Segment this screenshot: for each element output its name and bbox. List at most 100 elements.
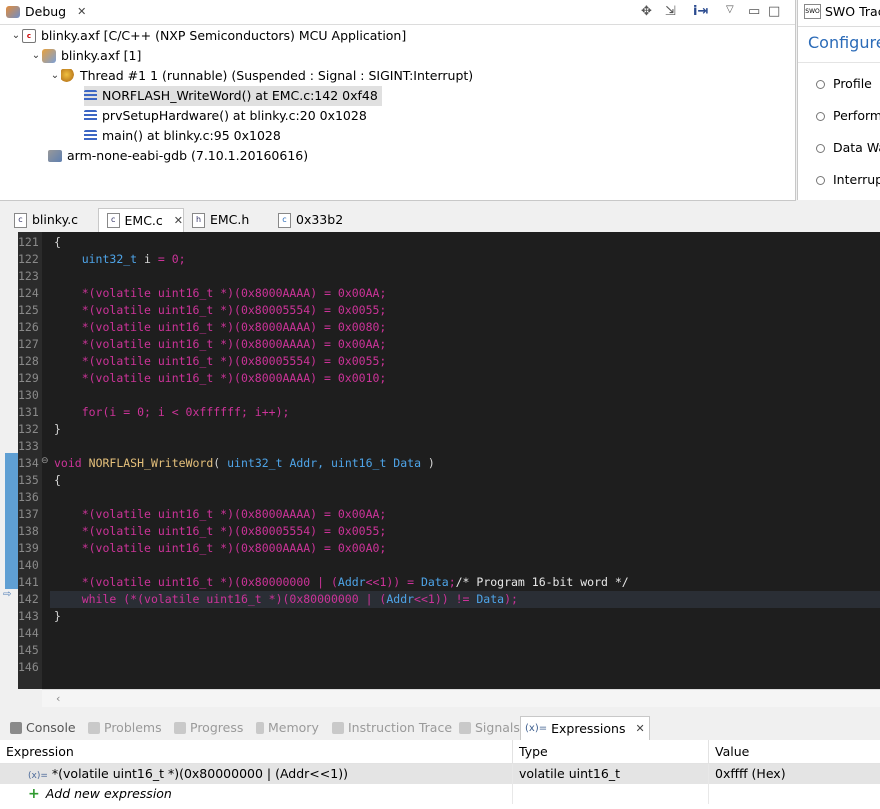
- swo-item-data-watch[interactable]: Data Wa: [833, 140, 880, 155]
- tab-signals[interactable]: Signals: [455, 716, 524, 740]
- code-token: <<1)) =: [365, 575, 421, 589]
- minimize-icon[interactable]: ▭: [748, 4, 760, 19]
- tab-console[interactable]: Console: [6, 716, 80, 740]
- radio-icon[interactable]: [816, 112, 825, 121]
- tab-emc-h[interactable]: h EMC.h: [184, 208, 270, 232]
- stack-frame-2[interactable]: main() at blinky.c:95 0x1028: [84, 126, 281, 146]
- remove-terminated-icon[interactable]: ✥: [641, 4, 652, 19]
- tab-label: Memory: [268, 720, 319, 735]
- code-line[interactable]: *(volatile uint16_t *)(0x80005554) = 0x0…: [54, 523, 387, 540]
- code-line[interactable]: *(volatile uint16_t *)(0x8000AAAA) = 0x0…: [54, 319, 387, 336]
- scroll-left-icon[interactable]: ‹: [56, 692, 60, 705]
- line-number: 134: [18, 456, 39, 470]
- code-line[interactable]: uint32_t i = 0;: [54, 251, 186, 268]
- code-line[interactable]: void NORFLASH_WriteWord( uint32_t Addr, …: [54, 455, 435, 472]
- problems-icon: [88, 722, 100, 734]
- current-code-line[interactable]: while (*(volatile uint16_t *)(0x80000000…: [50, 591, 880, 608]
- code-line[interactable]: *(volatile uint16_t *)(0x8000AAAA) = 0x0…: [54, 370, 387, 387]
- column-header-type[interactable]: Type: [513, 740, 709, 764]
- code-line[interactable]: {: [54, 472, 61, 489]
- close-icon[interactable]: ✕: [174, 210, 183, 232]
- tab-expressions[interactable]: (x)= Expressions ✕: [520, 716, 650, 740]
- code-token: for(i = 0; i < 0xffffff; i++);: [81, 405, 290, 419]
- stack-frame-icon: [84, 110, 97, 122]
- tab-progress[interactable]: Progress: [170, 716, 247, 740]
- close-icon[interactable]: ✕: [635, 717, 644, 741]
- code-token: void: [54, 456, 82, 470]
- collapse-chevron-icon[interactable]: ⌄: [10, 26, 22, 46]
- code-line[interactable]: *(volatile uint16_t *)(0x8000AAAA) = 0x0…: [54, 506, 387, 523]
- tree-launch[interactable]: ⌄ c blinky.axf [C/C++ (NXP Semiconductor…: [10, 26, 406, 46]
- console-icon: [10, 722, 22, 734]
- code-token: Data: [386, 456, 428, 470]
- tree-thread[interactable]: ⌄ Thread #1 1 (runnable) (Suspended : Si…: [49, 66, 473, 86]
- tab-label: Instruction Trace: [348, 720, 453, 735]
- code-line[interactable]: *(volatile uint16_t *)(0x80000000 | (Add…: [54, 574, 629, 591]
- swo-item-profile[interactable]: Profile: [833, 76, 872, 91]
- code-token: *(volatile uint16_t *)(0x8000AAAA) = 0x0…: [81, 371, 387, 385]
- collapse-chevron-icon[interactable]: ⌄: [49, 66, 61, 86]
- code-line[interactable]: }: [54, 608, 61, 625]
- swo-view-tab[interactable]: SWO SWO Trac: [804, 4, 880, 19]
- swo-item-performance[interactable]: Perform: [833, 108, 880, 123]
- code-token: 0;: [164, 252, 186, 266]
- close-icon[interactable]: ✕: [77, 5, 86, 18]
- tab-memory[interactable]: Memory: [252, 716, 323, 740]
- code-token: }: [54, 422, 61, 436]
- radio-icon[interactable]: [816, 144, 825, 153]
- code-token: NORFLASH_WriteWord: [88, 456, 214, 470]
- code-line[interactable]: *(volatile uint16_t *)(0x80005554) = 0x0…: [54, 353, 387, 370]
- add-expression-row[interactable]: + Add new expression: [0, 784, 880, 804]
- swo-icon: SWO: [804, 4, 821, 19]
- gdb-process-icon: [48, 150, 62, 162]
- instruction-step-icon[interactable]: i⇥: [693, 4, 708, 19]
- horizontal-scrollbar[interactable]: ‹: [42, 689, 880, 707]
- line-number: 124: [18, 286, 39, 300]
- swo-item-interrupt[interactable]: Interrupt: [833, 172, 880, 187]
- collapse-chevron-icon[interactable]: ⌄: [30, 46, 42, 66]
- line-number: 121: [18, 235, 39, 249]
- column-header-expression[interactable]: Expression: [0, 740, 513, 764]
- code-line[interactable]: {: [54, 234, 61, 251]
- tab-instruction-trace[interactable]: Instruction Trace: [328, 716, 456, 740]
- code-line[interactable]: *(volatile uint16_t *)(0x8000AAAA) = 0x0…: [54, 336, 387, 353]
- disassembly-icon: c: [278, 212, 291, 228]
- configure-heading[interactable]: Configure: [808, 33, 880, 52]
- line-number: 142: [18, 592, 39, 606]
- debug-view-tab[interactable]: Debug ✕ ✥ ⇲ i⇥ ▽ ▭ □: [0, 0, 795, 25]
- code-line[interactable]: *(volatile uint16_t *)(0x8000AAAA) = 0x0…: [54, 285, 387, 302]
- code-line[interactable]: }: [54, 421, 61, 438]
- tab-label: Progress: [190, 720, 244, 735]
- tree-gdb[interactable]: arm-none-eabi-gdb (7.10.1.20160616): [48, 146, 308, 166]
- tab-problems[interactable]: Problems: [84, 716, 166, 740]
- tree-process[interactable]: ⌄ blinky.axf [1]: [30, 46, 141, 66]
- connect-icon[interactable]: ⇲: [665, 4, 676, 19]
- line-number: 144: [18, 626, 39, 640]
- tab-label: Problems: [104, 720, 162, 735]
- expression-row[interactable]: (x)= *(volatile uint16_t *)(0x80000000 | …: [0, 764, 880, 784]
- tab-emc-c[interactable]: c EMC.c ✕: [98, 208, 184, 232]
- code-line[interactable]: *(volatile uint16_t *)(0x8000AAAA) = 0x0…: [54, 540, 387, 557]
- tab-label: 0x33b2: [296, 212, 344, 227]
- stack-frame-0[interactable]: NORFLASH_WriteWord() at EMC.c:142 0xf48: [84, 86, 382, 106]
- code-editor[interactable]: ⇨ ⊖ { uint32_t i = 0; *(volatile uint16_…: [0, 232, 880, 689]
- stack-frame-1[interactable]: prvSetupHardware() at blinky.c:20 0x1028: [84, 106, 367, 126]
- fold-collapse-icon[interactable]: ⊖: [41, 456, 49, 466]
- code-line[interactable]: *(volatile uint16_t *)(0x80005554) = 0x0…: [54, 302, 387, 319]
- code-token: );: [504, 592, 518, 606]
- line-number: 131: [18, 405, 39, 419]
- code-line[interactable]: for(i = 0; i < 0xffffff; i++);: [54, 404, 290, 421]
- radio-icon[interactable]: [816, 80, 825, 89]
- expression-value[interactable]: 0xffff (Hex): [709, 764, 880, 784]
- line-number: 130: [18, 388, 39, 402]
- code-token: *(volatile uint16_t *)(0x8000AAAA) = 0x0…: [81, 320, 387, 334]
- c-file-icon: c: [14, 212, 27, 228]
- tab-blinky-c[interactable]: c blinky.c: [6, 208, 98, 232]
- tab-disassembly[interactable]: c 0x33b2: [270, 208, 360, 232]
- maximize-icon[interactable]: □: [768, 4, 780, 19]
- radio-icon[interactable]: [816, 176, 825, 185]
- view-menu-icon[interactable]: ▽: [726, 4, 734, 15]
- column-header-value[interactable]: Value: [709, 740, 880, 764]
- code-token: *(volatile uint16_t *)(0x80005554) = 0x0…: [81, 524, 387, 538]
